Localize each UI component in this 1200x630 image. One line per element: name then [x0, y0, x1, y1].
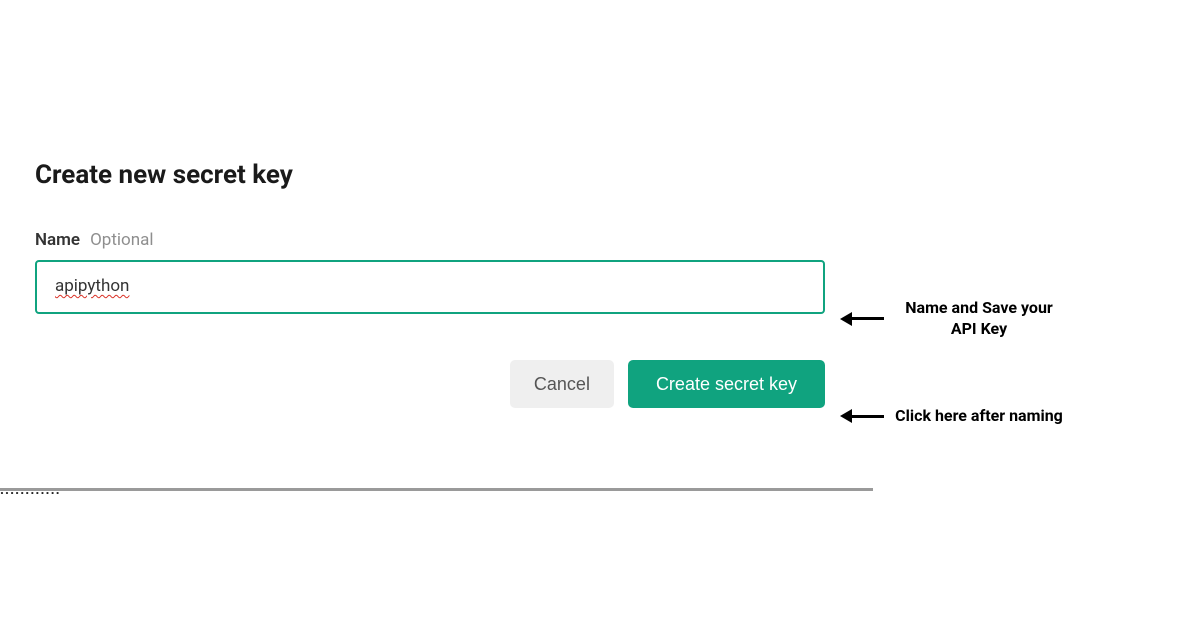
- cancel-button[interactable]: Cancel: [510, 360, 614, 408]
- create-secret-key-dialog: Create new secret key Name Optional apip…: [35, 160, 825, 408]
- annotation-input: Name and Save your API Key: [840, 298, 1064, 340]
- name-input[interactable]: [35, 260, 825, 314]
- arrow-left-icon: [840, 312, 884, 326]
- bottom-divider: [0, 488, 873, 491]
- name-label: Name: [35, 230, 80, 250]
- dialog-button-row: Cancel Create secret key: [35, 360, 825, 408]
- create-secret-key-button[interactable]: Create secret key: [628, 360, 825, 408]
- annotation-button: Click here after naming: [840, 406, 1064, 427]
- dialog-title: Create new secret key: [35, 160, 825, 190]
- annotation-input-text: Name and Save your API Key: [894, 298, 1064, 340]
- annotation-button-text: Click here after naming: [894, 406, 1064, 427]
- name-label-row: Name Optional: [35, 230, 825, 250]
- arrow-left-icon: [840, 409, 884, 423]
- name-label-hint: Optional: [90, 230, 153, 250]
